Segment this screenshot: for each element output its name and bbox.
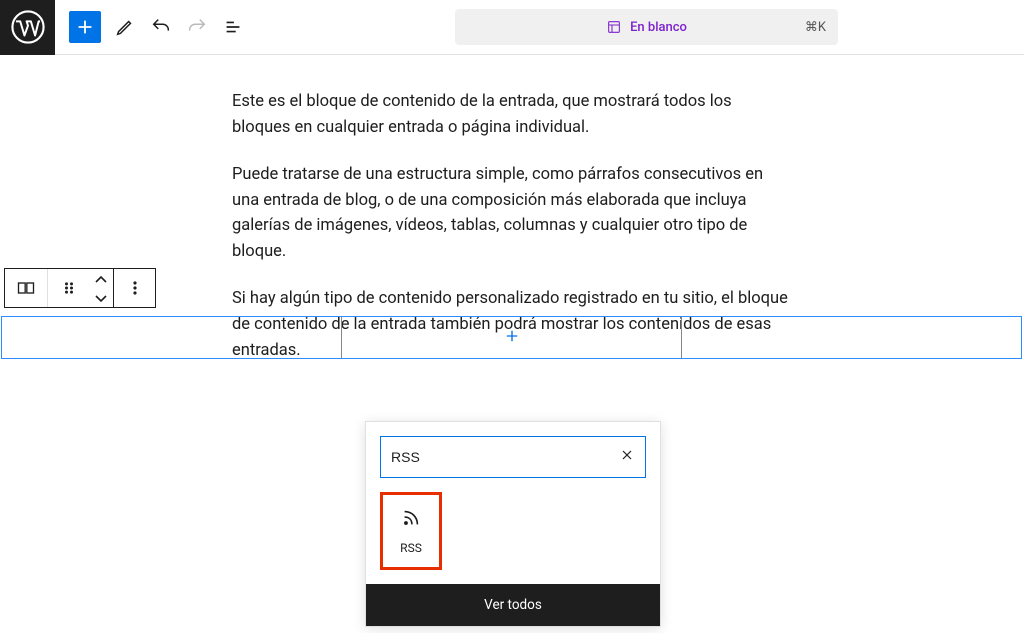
drag-icon bbox=[59, 278, 79, 298]
plus-icon bbox=[503, 327, 521, 345]
move-down-button[interactable] bbox=[94, 288, 108, 307]
view-all-button[interactable]: Ver todos bbox=[366, 584, 660, 626]
top-toolbar: En blanco ⌘K bbox=[0, 0, 1024, 55]
block-search-field[interactable] bbox=[380, 436, 646, 478]
plus-icon bbox=[74, 16, 96, 38]
more-vertical-icon bbox=[125, 278, 145, 298]
template-label: En blanco bbox=[630, 20, 687, 35]
chevron-down-icon bbox=[94, 294, 108, 303]
template-selector[interactable]: En blanco ⌘K bbox=[455, 9, 838, 45]
redo-button[interactable] bbox=[179, 9, 215, 45]
edit-tool-button[interactable] bbox=[107, 9, 143, 45]
add-block-in-column-button[interactable] bbox=[503, 327, 521, 348]
column-left[interactable] bbox=[2, 317, 341, 358]
inserter-results: RSS bbox=[366, 492, 660, 584]
chevron-up-icon bbox=[94, 275, 108, 284]
columns-icon bbox=[16, 278, 36, 298]
close-icon bbox=[619, 447, 635, 463]
move-buttons bbox=[89, 269, 113, 307]
block-toolbar bbox=[4, 268, 156, 308]
pencil-icon bbox=[114, 16, 136, 38]
undo-icon bbox=[150, 16, 172, 38]
document-outline-button[interactable] bbox=[215, 9, 251, 45]
rss-icon bbox=[400, 507, 422, 529]
redo-icon bbox=[186, 16, 208, 38]
wordpress-logo[interactable] bbox=[0, 0, 55, 55]
block-result-rss[interactable]: RSS bbox=[380, 492, 442, 570]
block-result-label: RSS bbox=[400, 541, 422, 555]
block-type-button[interactable] bbox=[5, 269, 47, 307]
content-paragraph[interactable]: Puede tratarse de una estructura simple,… bbox=[232, 162, 792, 264]
tool-group bbox=[55, 9, 251, 45]
undo-button[interactable] bbox=[143, 9, 179, 45]
column-right[interactable] bbox=[682, 317, 1021, 358]
block-inserter-popover: RSS Ver todos bbox=[365, 421, 661, 627]
wordpress-icon bbox=[11, 10, 45, 44]
drag-handle[interactable] bbox=[47, 269, 89, 307]
clear-search-button[interactable] bbox=[619, 447, 635, 467]
column-middle[interactable] bbox=[341, 317, 682, 358]
block-options-button[interactable] bbox=[113, 269, 155, 307]
block-search-input[interactable] bbox=[391, 449, 619, 465]
list-icon bbox=[222, 16, 244, 38]
layout-icon bbox=[606, 19, 622, 35]
block-inserter-button[interactable] bbox=[69, 11, 101, 43]
shortcut-hint: ⌘K bbox=[805, 20, 826, 35]
columns-block[interactable] bbox=[1, 316, 1022, 359]
move-up-button[interactable] bbox=[94, 269, 108, 288]
content-paragraph[interactable]: Este es el bloque de contenido de la ent… bbox=[232, 89, 792, 140]
